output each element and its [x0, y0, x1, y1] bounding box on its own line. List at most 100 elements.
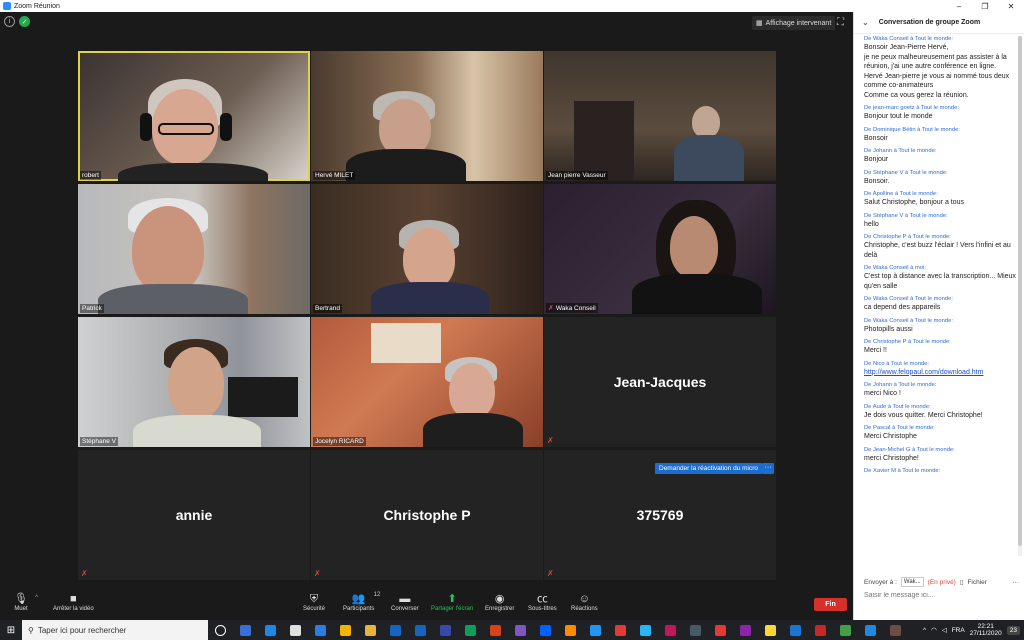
file-button[interactable]: Fichier [967, 579, 987, 586]
participant-name: Bertrand [315, 305, 340, 312]
participant-name: 375769 [636, 507, 684, 523]
info-icon[interactable]: i [4, 16, 15, 27]
video-tile-annie[interactable]: annie ✗ [78, 450, 310, 580]
file-icon[interactable]: ▯ [960, 578, 964, 586]
video-tile-herve-milet[interactable]: Hervé MILET [311, 51, 543, 181]
taskbar-app-icon[interactable] [408, 620, 433, 640]
chat-message-link[interactable]: http://www.felopaul.com/download.htm [864, 368, 1016, 378]
send-to-label: Envoyer à : [864, 578, 897, 586]
chevron-down-icon[interactable]: ⌄ [862, 18, 869, 27]
video-tile-jocelyn-ricard[interactable]: Jocelyn RICARD [311, 317, 543, 447]
video-tile-jean-jacques[interactable]: Jean-Jacques ✗ [544, 317, 776, 447]
taskbar-app-icon[interactable] [683, 620, 708, 640]
video-tile-patrick[interactable]: Patrick [78, 184, 310, 314]
taskbar-app-icon[interactable] [358, 620, 383, 640]
cc-icon: ㏄ [536, 593, 548, 605]
chat-message: De Aude à Tout le monde: Je dois vous qui… [864, 404, 1016, 421]
chat-message-list[interactable]: De Waka Conseil à Tout le monde: Bonsoir … [854, 36, 1016, 566]
more-icon[interactable]: ··· [1013, 579, 1020, 586]
taskbar-app-icon[interactable] [433, 620, 458, 640]
chat-message-text: Bonjour tout le monde [864, 113, 933, 120]
taskbar-app-icon[interactable] [333, 620, 358, 640]
close-button[interactable]: ✕ [998, 2, 1024, 11]
taskbar-search-box[interactable]: ⚲ Taper ici pour rechercher [22, 620, 208, 640]
chat-button[interactable]: ▬ Converser [391, 592, 419, 612]
taskbar-app-icon[interactable] [708, 620, 733, 640]
fullscreen-icon[interactable]: ⛶ [837, 17, 844, 28]
taskbar-app-icon[interactable] [758, 620, 783, 640]
recipient-select[interactable]: Wak... [900, 577, 924, 587]
chat-message-sender: De Nico à Tout le monde: [864, 360, 929, 367]
taskbar-app-icon[interactable] [583, 620, 608, 640]
video-gallery: i ✓ ▦ Affichage intervenant ⛶ robert Her… [0, 12, 853, 590]
more-options-button[interactable]: ··· [762, 463, 774, 474]
taskbar-app-icon[interactable] [783, 620, 808, 640]
taskbar-app-icon[interactable] [483, 620, 508, 640]
ask-to-unmute-button[interactable]: Demander la réactivation du micro [655, 463, 762, 474]
chat-message-sender: De Dominique Bétin à Tout le monde: [864, 126, 960, 133]
encryption-shield-icon[interactable]: ✓ [19, 16, 30, 27]
notification-badge[interactable]: 23 [1006, 625, 1020, 635]
taskbar-app-icon[interactable] [858, 620, 883, 640]
wifi-icon[interactable]: ◠ [931, 626, 937, 634]
taskbar-app-icon[interactable] [733, 620, 758, 640]
taskbar-app-icon[interactable] [208, 620, 233, 640]
subtitles-button[interactable]: ㏄ Sous-titres [528, 592, 557, 612]
taskbar-app-icon[interactable] [658, 620, 683, 640]
chat-message-text: C'est top à distance avec la transcripti… [864, 273, 1016, 290]
participant-name: Jean-Jacques [613, 374, 707, 390]
language-indicator[interactable]: FRA [952, 627, 965, 634]
windows-start-icon[interactable]: ⊞ [0, 625, 22, 636]
taskbar-app-icon[interactable] [308, 620, 333, 640]
chat-message: De Christophe P à Tout le monde: Merci !! [864, 339, 1016, 356]
zoom-logo-icon [3, 2, 11, 10]
taskbar-app-icon[interactable] [458, 620, 483, 640]
mic-muted-icon: ✗ [547, 569, 554, 578]
chat-message: De Apolline à Tout le monde: Salut Christ… [864, 191, 1016, 208]
speaker-view-button[interactable]: ▦ Affichage intervenant [752, 16, 836, 30]
chat-message-sender: De Waka Conseil à moi: [864, 265, 926, 271]
chat-message: De Stéphane V à Tout le monde: hello [864, 213, 1016, 230]
taskbar-app-icon[interactable] [883, 620, 908, 640]
mute-button[interactable]: 🎙 Muet ^ [14, 592, 38, 612]
maximize-button[interactable]: ❐ [972, 2, 998, 11]
security-button[interactable]: ⛨ Sécurité [303, 592, 325, 612]
video-tile-robert[interactable]: robert [78, 51, 310, 181]
stop-video-button[interactable]: ■ Arrêter la vidéo [53, 592, 94, 612]
chat-message-sender: De Waka Conseil à Tout le monde: [864, 36, 953, 42]
clock[interactable]: 22:21 27/11/2020 [970, 623, 1002, 638]
reactions-button[interactable]: ☺ Réactions [571, 592, 598, 612]
end-meeting-button[interactable]: Fin [814, 598, 847, 611]
chat-message-text: hello [864, 220, 879, 228]
chat-scrollbar[interactable] [1018, 36, 1022, 556]
taskbar-app-icon[interactable] [233, 620, 258, 640]
minimize-button[interactable]: – [946, 2, 972, 11]
volume-icon[interactable]: ◁ [942, 626, 947, 634]
record-button[interactable]: ◉ Enregistrer [485, 592, 514, 612]
share-screen-button[interactable]: ⬆ Partager l'écran [431, 592, 473, 612]
video-tile-waka-conseil[interactable]: ✗ Waka Conseil [544, 184, 776, 314]
chat-message-input[interactable] [864, 592, 1014, 599]
taskbar-app-icon[interactable] [808, 620, 833, 640]
taskbar-app-icon[interactable] [508, 620, 533, 640]
windows-taskbar: ⊞ ⚲ Taper ici pour rechercher ^ ◠ ◁ FRA … [0, 620, 1024, 640]
video-tile-stephane-v[interactable]: Stéphane V [78, 317, 310, 447]
taskbar-app-icon[interactable] [833, 620, 858, 640]
video-tile-bertrand[interactable]: Bertrand [311, 184, 543, 314]
taskbar-app-icon[interactable] [633, 620, 658, 640]
chat-message-sender: De Stéphane V à Tout le monde: [864, 169, 948, 176]
taskbar-app-icon[interactable] [533, 620, 558, 640]
chat-message: De Johann à Tout le monde: Bonjour [864, 148, 1016, 165]
taskbar-app-icon[interactable] [283, 620, 308, 640]
chevron-up-icon[interactable]: ^ [923, 627, 926, 634]
system-tray: ^ ◠ ◁ FRA 22:21 27/11/2020 23 [923, 620, 1024, 640]
participants-button[interactable]: 👥 12 Participants [343, 592, 380, 612]
chat-message: De Stéphane V à Tout le monde: Bonsoir. [864, 170, 1016, 187]
taskbar-app-icon[interactable] [608, 620, 633, 640]
chevron-up-icon[interactable]: ^ [35, 595, 38, 601]
taskbar-app-icon[interactable] [258, 620, 283, 640]
video-tile-jean-pierre-vasseur[interactable]: Jean pierre Vasseur [544, 51, 776, 181]
video-tile-christophe-p[interactable]: Christophe P ✗ [311, 450, 543, 580]
taskbar-app-icon[interactable] [558, 620, 583, 640]
taskbar-app-icon[interactable] [383, 620, 408, 640]
